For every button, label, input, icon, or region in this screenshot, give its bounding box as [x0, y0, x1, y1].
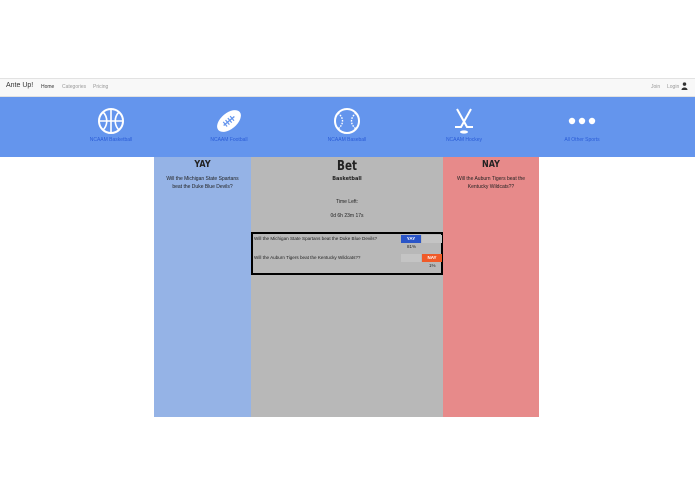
nay-column: NAY Will the Auburn Tigers beat the Kent… — [443, 157, 539, 417]
bet-row: Will the Auburn Tigers beat the Kentucky… — [253, 253, 442, 272]
nay-percent: 1% — [429, 263, 436, 268]
bet-row: Will the Michigan State Spartans beat th… — [253, 234, 442, 253]
hockey-icon — [455, 108, 473, 134]
nay-vote-button[interactable]: NAY — [422, 254, 442, 262]
sport-label: NCAAM Football — [210, 137, 248, 143]
sport-label: NCAAM Baseball — [327, 137, 367, 143]
bet-question: Will the Auburn Tigers beat the Kentucky… — [254, 255, 361, 260]
page: Ante Up! Home Categories Pricing Join Lo… — [0, 0, 695, 494]
sport-label: All Other Sports — [564, 137, 600, 143]
login-link[interactable]: Login — [667, 84, 679, 90]
nav-link-pricing[interactable]: Pricing — [93, 84, 108, 90]
yay-question: Will the Michigan State Spartans beat th… — [166, 176, 239, 190]
yay-title: YAY — [194, 159, 211, 170]
bet-column: Bet Basketball Time Left: 0d 6h 23m 17s … — [251, 157, 443, 417]
yay-vote-button[interactable] — [401, 254, 421, 262]
nay-vote-button[interactable] — [422, 235, 442, 243]
bet-category: Basketball — [332, 176, 362, 182]
sport-label: NCAAM Basketball — [89, 137, 133, 143]
basketball-icon — [98, 108, 124, 134]
brand-logo[interactable]: Ante Up! — [6, 82, 33, 89]
bet-title: Bet — [337, 159, 357, 174]
more-icon — [568, 117, 596, 125]
sport-football[interactable]: NCAAM Football — [179, 107, 279, 143]
join-link[interactable]: Join — [651, 84, 660, 90]
top-navbar: Ante Up! Home Categories Pricing Join Lo… — [0, 78, 695, 97]
time-left-label: Time Left: — [335, 199, 359, 205]
yay-column: YAY Will the Michigan State Spartans bea… — [154, 157, 251, 417]
yay-vote-button[interactable]: YAY — [401, 235, 421, 243]
bet-question: Will the Michigan State Spartans beat th… — [254, 236, 378, 241]
sports-category-bar: NCAAM Basketball NCAAM Football NCAAM Ba… — [0, 97, 695, 157]
time-left-value: 0d 6h 23m 17s — [330, 213, 364, 219]
sport-basketball[interactable]: NCAAM Basketball — [61, 107, 161, 143]
nav-link-home[interactable]: Home — [41, 84, 54, 90]
baseball-icon — [334, 108, 360, 134]
nay-title: NAY — [482, 159, 500, 170]
bets-list: Will the Michigan State Spartans beat th… — [251, 232, 443, 275]
user-icon[interactable] — [681, 82, 688, 90]
sport-hockey[interactable]: NCAAM Hockey — [414, 107, 514, 143]
nay-question: Will the Auburn Tigers beat the Kentucky… — [456, 176, 526, 190]
football-icon — [217, 110, 241, 132]
sport-label: NCAAM Hockey — [445, 137, 483, 143]
nav-link-categories[interactable]: Categories — [62, 84, 86, 90]
sport-other[interactable]: All Other Sports — [532, 107, 632, 143]
sport-baseball[interactable]: NCAAM Baseball — [297, 107, 397, 143]
yay-percent: 81% — [407, 244, 417, 249]
